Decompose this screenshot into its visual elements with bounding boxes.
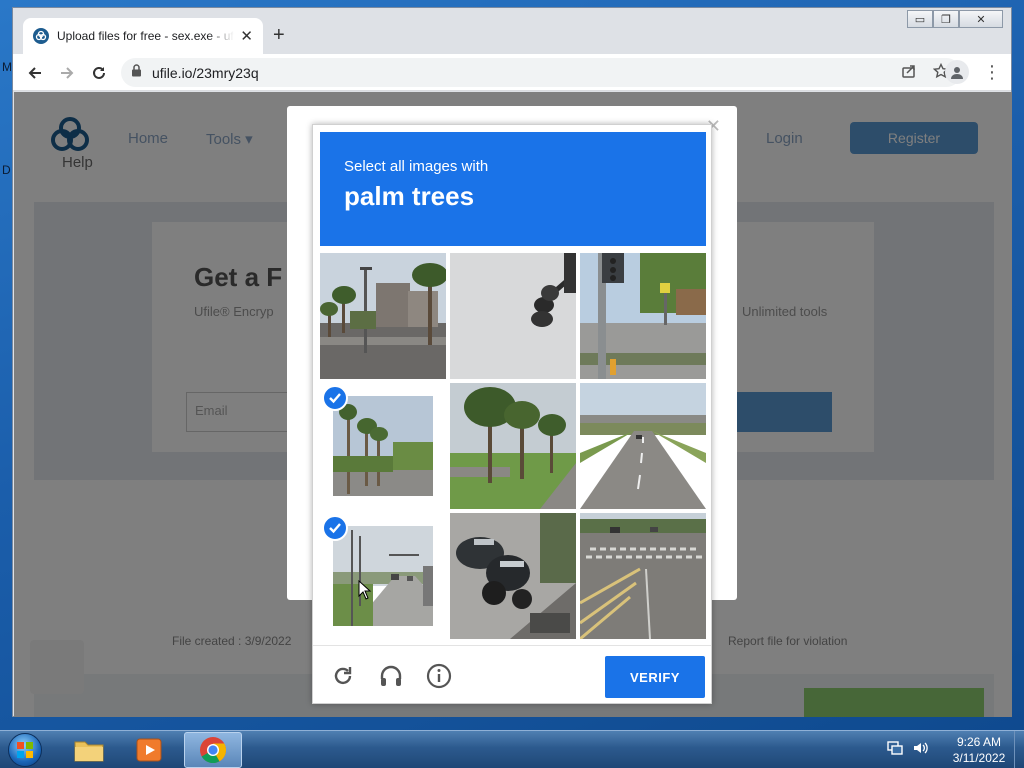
captcha-footer: VERIFY	[313, 645, 711, 703]
volume-icon[interactable]	[912, 740, 930, 761]
folder-icon	[74, 741, 104, 762]
browser-menu-icon[interactable]: ⋮	[983, 63, 1001, 81]
network-icon[interactable]	[886, 740, 904, 761]
tab-close-icon[interactable]: ✕	[240, 27, 253, 45]
captcha-target: palm trees	[344, 181, 475, 211]
desktop-icon-label[interactable]: D	[2, 163, 11, 177]
tab-title: Upload files for free - sex.exe - ufile.…	[57, 29, 234, 43]
forward-icon[interactable]	[57, 63, 77, 83]
profile-avatar-icon[interactable]	[945, 60, 969, 84]
share-icon[interactable]	[901, 63, 917, 84]
taskbar-chrome[interactable]	[184, 732, 242, 768]
maximize-icon[interactable]: ❐	[933, 10, 959, 28]
ufile-favicon-icon	[33, 28, 49, 44]
browser-toolbar: ufile.io/23mry23q	[13, 54, 1011, 91]
address-bar[interactable]: ufile.io/23mry23q	[121, 58, 961, 87]
show-desktop-button[interactable]	[1014, 731, 1024, 768]
start-button[interactable]	[6, 732, 44, 768]
selected-check-icon	[322, 515, 348, 541]
media-player-icon	[136, 738, 162, 762]
selected-check-icon	[322, 385, 348, 411]
tab-strip: Upload files for free - sex.exe - ufile.…	[13, 8, 1011, 54]
clock[interactable]: 9:26 AM 3/11/2022	[944, 734, 1014, 766]
verify-button[interactable]: VERIFY	[605, 656, 705, 698]
captcha-instruction: Select all images with	[344, 158, 489, 175]
taskbar: 9:26 AM 3/11/2022	[0, 730, 1024, 768]
captcha-tile-selected[interactable]	[320, 383, 446, 509]
clock-date: 3/11/2022	[952, 751, 1006, 765]
captcha-tile[interactable]	[580, 253, 706, 379]
captcha-tile[interactable]	[580, 383, 706, 509]
captcha-image-grid	[320, 253, 706, 639]
chrome-icon	[200, 737, 227, 764]
taskbar-explorer[interactable]	[60, 732, 118, 768]
minimize-icon[interactable]: ▭	[907, 10, 933, 28]
lock-icon[interactable]	[131, 63, 142, 82]
windows-logo-icon	[8, 733, 42, 767]
desktop-icon-label[interactable]: M	[2, 60, 12, 74]
back-icon[interactable]	[25, 63, 45, 83]
captcha-header: Select all images with palm trees	[320, 132, 706, 246]
captcha-tile[interactable]	[580, 513, 706, 639]
captcha-tile[interactable]	[450, 383, 576, 509]
clock-time: 9:26 AM	[956, 735, 1002, 749]
new-tab-icon[interactable]: +	[273, 25, 285, 45]
mouse-cursor-icon	[358, 580, 372, 600]
window-close-icon[interactable]: ✕	[959, 10, 1003, 28]
captcha-tile[interactable]	[320, 253, 446, 379]
captcha-tile[interactable]	[450, 253, 576, 379]
reload-icon[interactable]	[89, 63, 109, 83]
audio-challenge-icon[interactable]	[377, 662, 405, 690]
url-text: ufile.io/23mry23q	[152, 64, 259, 81]
window-controls: ▭ ❐ ✕	[907, 10, 1003, 28]
captcha-challenge: Select all images with palm trees VERIFY	[312, 124, 712, 704]
system-tray: 9:26 AM 3/11/2022	[886, 733, 1014, 767]
info-icon[interactable]	[425, 662, 453, 690]
reload-challenge-icon[interactable]	[329, 662, 357, 690]
captcha-tile-selected[interactable]	[320, 513, 446, 639]
captcha-tile[interactable]	[450, 513, 576, 639]
browser-tab[interactable]: Upload files for free - sex.exe - ufile.…	[23, 18, 263, 54]
taskbar-media-player[interactable]	[120, 732, 178, 768]
